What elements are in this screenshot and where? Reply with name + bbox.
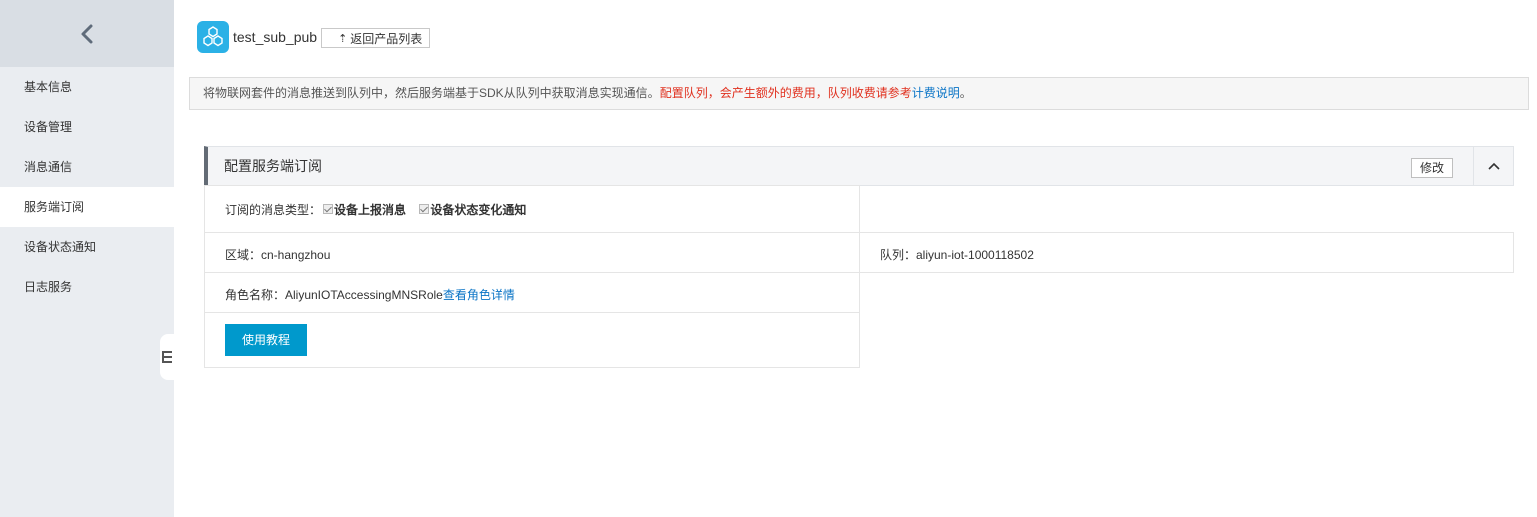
sidebar-item-log-service[interactable]: 日志服务: [0, 267, 174, 307]
collapse-menu-icon: [162, 351, 172, 363]
main-content: test_sub_pub ⇡ 返回产品列表 将物联网套件的消息推送到队列中，然后…: [174, 0, 1537, 517]
product-name: test_sub_pub: [233, 29, 318, 45]
sidebar: 基本信息 设备管理 消息通信 服务端订阅 设备状态通知 日志服务: [0, 0, 174, 517]
sidebar-item-device-status-notify[interactable]: 设备状态通知: [0, 227, 174, 267]
region-value: 区域：cn-hangzhou: [225, 248, 331, 262]
info-notice: 将物联网套件的消息推送到队列中，然后服务端基于SDK从队列中获取消息实现通信。配…: [189, 77, 1529, 110]
notice-end: 。: [959, 86, 972, 100]
role-row: 角色名称：AliyunIOTAccessingMNSRole查看角色详情: [225, 286, 515, 303]
upload-arrow-icon: ⇡: [338, 32, 348, 45]
queue-value: 队列：aliyun-iot-1000118502: [880, 248, 1034, 262]
msg-type-device-report: 设备上报消息: [334, 203, 407, 217]
msg-type-row: 订阅的消息类型： 设备上报消息 设备状态变化通知: [225, 201, 526, 218]
sidebar-item-device-management[interactable]: 设备管理: [0, 107, 174, 147]
role-cell: 角色名称：AliyunIOTAccessingMNSRole查看角色详情: [204, 272, 860, 313]
chevron-left-icon: [81, 24, 93, 43]
region-cell: 区域：cn-hangzhou: [204, 232, 860, 273]
panel-title: 配置服务端订阅: [224, 158, 322, 174]
product-header: test_sub_pub ⇡ 返回产品列表: [197, 21, 431, 53]
tutorial-cell: 使用教程: [204, 312, 860, 368]
msg-type-label: 订阅的消息类型：: [225, 203, 322, 217]
msg-type-cell: 订阅的消息类型： 设备上报消息 设备状态变化通知: [204, 185, 860, 233]
view-role-details-link[interactable]: 查看角色详情: [443, 288, 515, 302]
sidebar-collapse-toggle[interactable]: [160, 334, 174, 380]
subscription-panel: 配置服务端订阅 修改 订阅的消息类型： 设备上报消息 设备状态变化通知 区域：cn…: [204, 146, 1514, 368]
queue-cell: 队列：aliyun-iot-1000118502: [859, 232, 1514, 273]
back-to-product-list-button[interactable]: ⇡ 返回产品列表: [321, 28, 431, 48]
msg-type-device-status: 设备状态变化通知: [430, 203, 527, 217]
notice-warning: 配置队列，会产生额外的费用，队列收费请参考: [659, 86, 912, 100]
sidebar-item-messaging[interactable]: 消息通信: [0, 147, 174, 187]
product-cube-icon: [197, 21, 229, 53]
sidebar-item-basic-info[interactable]: 基本信息: [0, 67, 174, 107]
chevron-up-icon: [1487, 162, 1500, 170]
back-to-product-list-label: 返回产品列表: [350, 31, 423, 46]
notice-text: 将物联网套件的消息推送到队列中，然后服务端基于SDK从队列中获取消息实现通信。: [203, 86, 660, 100]
billing-link[interactable]: 计费说明: [912, 86, 960, 100]
tutorial-button[interactable]: 使用教程: [225, 324, 307, 356]
panel-header: 配置服务端订阅 修改: [204, 146, 1514, 186]
back-button[interactable]: [0, 0, 174, 67]
checkbox-device-status[interactable]: [419, 203, 430, 214]
checkbox-device-report[interactable]: [323, 203, 334, 214]
edit-button[interactable]: 修改: [1411, 158, 1453, 178]
fold-button[interactable]: [1473, 147, 1513, 185]
sidebar-item-server-subscription[interactable]: 服务端订阅: [0, 187, 174, 227]
role-name: 角色名称：AliyunIOTAccessingMNSRole: [225, 288, 443, 302]
